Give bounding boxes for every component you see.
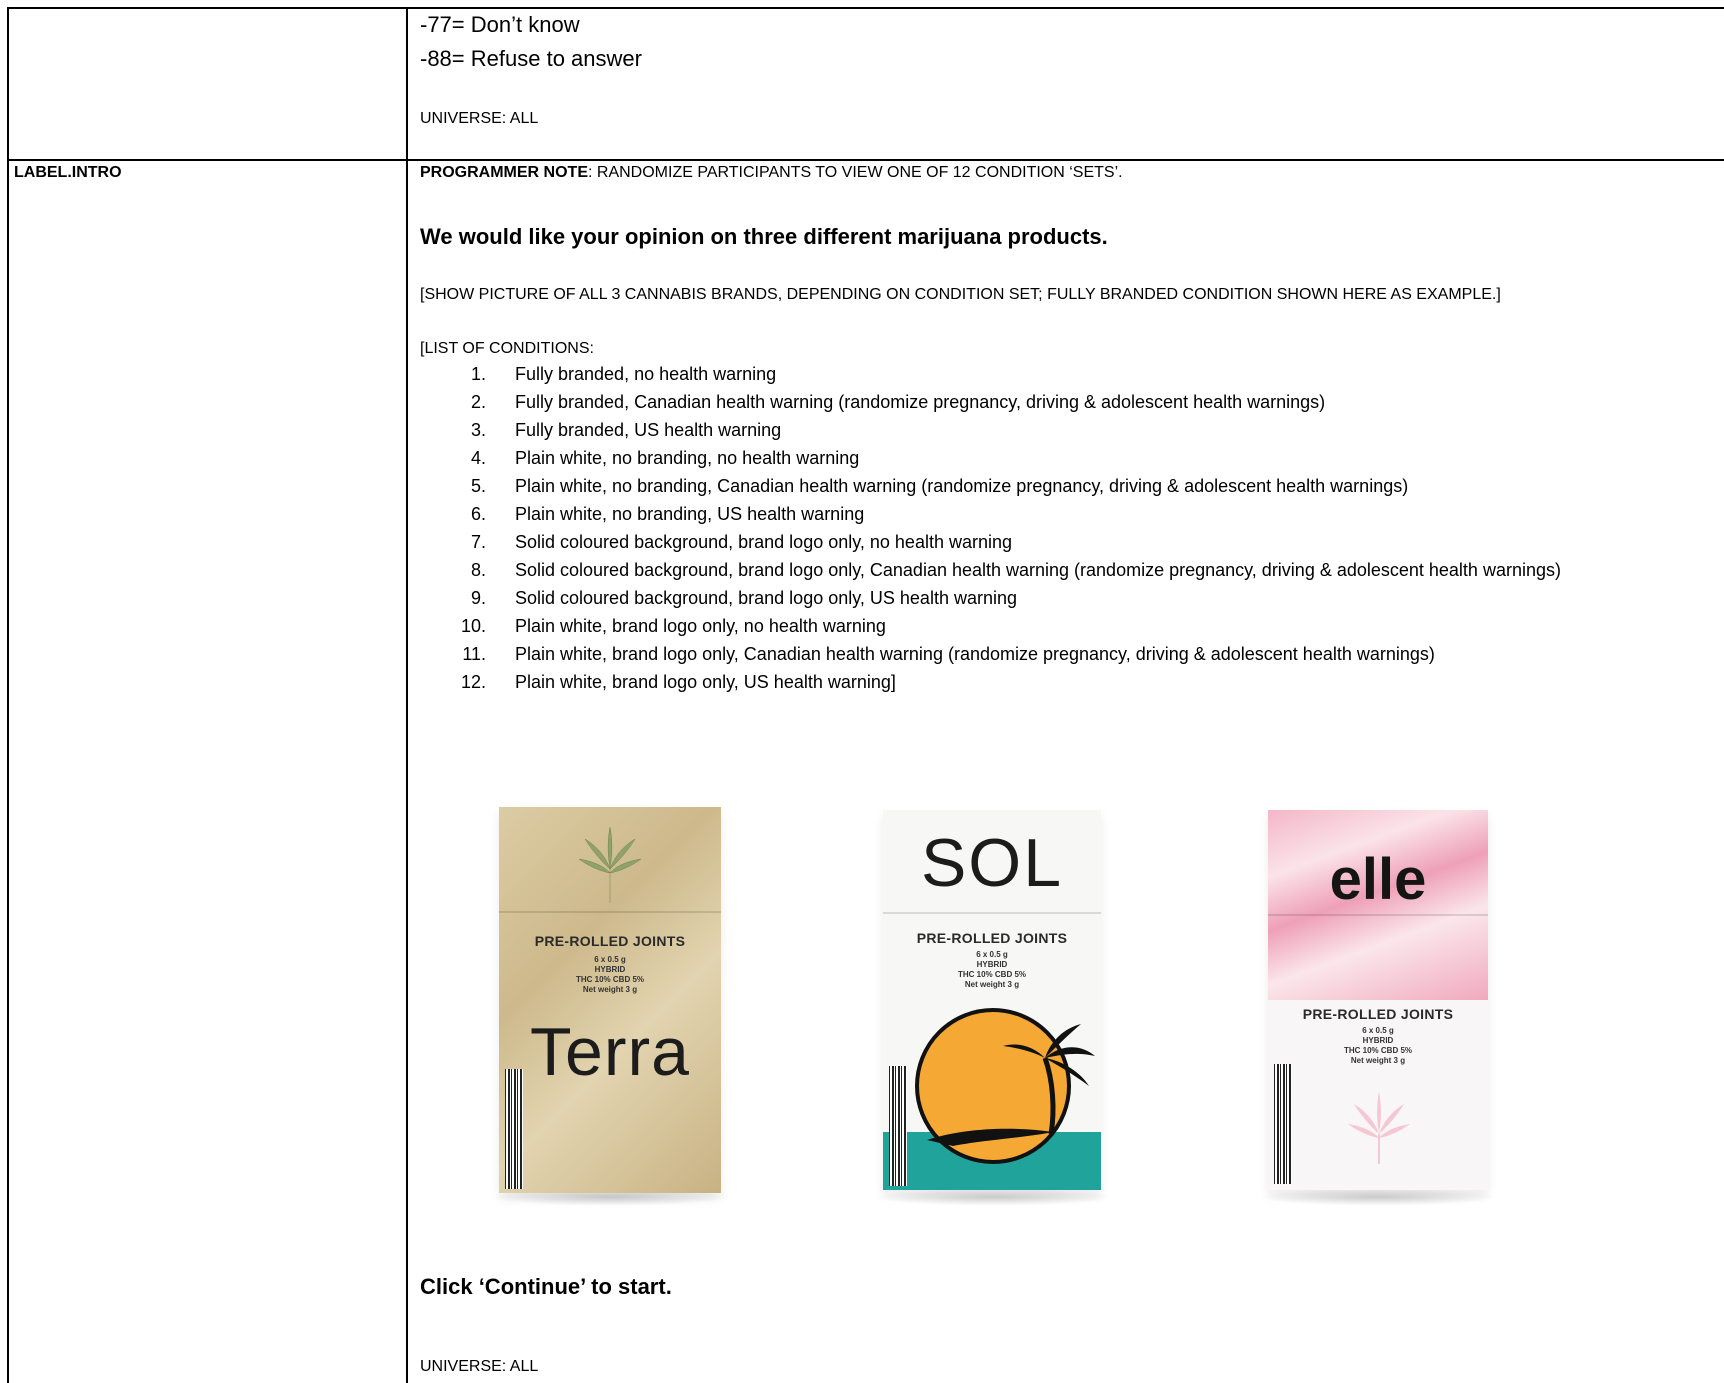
terra-pack-detail-4: Net weight 3 g [582, 985, 638, 994]
sol-pack-detail-2: HYBRID [976, 960, 1008, 969]
elle-pack-detail-3: THC 10% CBD 5% [1343, 1046, 1412, 1055]
elle-brand-logo: elle [1329, 847, 1427, 912]
universe-label-top: UNIVERSE: ALL [420, 110, 539, 127]
condition-text: Solid coloured background, brand logo on… [515, 560, 1561, 580]
elle-lid-line [1268, 914, 1488, 916]
sol-lid-line [883, 912, 1101, 914]
terra-pack-detail-2: HYBRID [594, 965, 626, 974]
table-border-top [7, 7, 1724, 9]
answer-code-refuse: -88= Refuse to answer [420, 46, 642, 71]
sunset-palm-illustration [883, 1008, 1101, 1190]
sol-pack-detail-1: 6 x 0.5 g [976, 950, 1008, 959]
show-picture-note: [SHOW PICTURE OF ALL 3 CANNABIS BRANDS, … [420, 286, 1501, 303]
programmer-note-text: : RANDOMIZE PARTICIPANTS TO VIEW ONE OF … [588, 164, 1123, 181]
sol-pack-image: SOL PRE-ROLLED JOINTS 6 x 0.5 g HYBRID T… [883, 810, 1101, 1190]
terra-pack-image: PRE-ROLLED JOINTS 6 x 0.5 g HYBRID THC 1… [499, 807, 721, 1193]
condition-text: Plain white, brand logo only, US health … [515, 672, 896, 692]
conditions-list-header: [LIST OF CONDITIONS: [420, 340, 594, 357]
condition-number: 10. [460, 616, 486, 636]
condition-text: Solid coloured background, brand logo on… [515, 532, 1013, 552]
table-row-divider [7, 159, 1724, 161]
elle-pack-detail-2: HYBRID [1362, 1036, 1394, 1045]
condition-number: 9. [470, 588, 486, 608]
elle-pack-detail-1: 6 x 0.5 g [1362, 1026, 1394, 1035]
terra-barcode [505, 1069, 523, 1189]
table-border-left [7, 7, 9, 1383]
condition-number: 2. [470, 392, 486, 412]
condition-number: 1. [470, 364, 486, 384]
terra-brand-logo: Terra [530, 1014, 690, 1090]
cannabis-leaf-icon [578, 826, 642, 903]
sol-barcode [889, 1066, 907, 1186]
elle-pack-shadow [1258, 1188, 1498, 1206]
elle-pack-title: PRE-ROLLED JOINTS [1302, 1006, 1454, 1022]
condition-number: 5. [470, 476, 486, 496]
cannabis-leaf-icon [1348, 1092, 1410, 1164]
condition-text: Plain white, no branding, US health warn… [515, 504, 865, 524]
condition-text: Solid coloured background, brand logo on… [515, 588, 1017, 608]
intro-heading: We would like your opinion on three diff… [420, 224, 1108, 249]
row-label: LABEL.INTRO [14, 164, 122, 181]
elle-barcode [1274, 1064, 1292, 1184]
table-column-divider [406, 7, 408, 1383]
sol-pack-detail-3: THC 10% CBD 5% [957, 970, 1026, 979]
condition-text: Fully branded, no health warning [515, 364, 777, 384]
condition-number: 6. [470, 504, 486, 524]
programmer-note-label: PROGRAMMER NOTE [420, 164, 588, 181]
condition-number: 12. [460, 672, 486, 692]
continue-instruction: Click ‘Continue’ to start. [420, 1274, 672, 1299]
condition-number: 11. [462, 644, 486, 664]
condition-number: 4. [470, 448, 486, 468]
terra-lid-line [499, 911, 721, 913]
condition-text: Plain white, no branding, no health warn… [515, 448, 860, 468]
sol-brand-logo: SOL [920, 825, 1064, 901]
sol-pack-shadow [874, 1188, 1114, 1206]
elle-pack-detail-4: Net weight 3 g [1350, 1056, 1406, 1065]
terra-pack-detail-3: THC 10% CBD 5% [575, 975, 644, 984]
programmer-note: PROGRAMMER NOTE: RANDOMIZE PARTICIPANTS … [420, 164, 1123, 182]
condition-text: Plain white, no branding, Canadian healt… [515, 476, 1409, 496]
sol-pack-detail-4: Net weight 3 g [964, 980, 1020, 989]
condition-number: 3. [470, 420, 486, 440]
condition-number: 7. [470, 532, 486, 552]
sol-pack-title: PRE-ROLLED JOINTS [916, 930, 1068, 946]
answer-code-dont-know: -77= Don’t know [420, 12, 580, 37]
terra-pack-title: PRE-ROLLED JOINTS [534, 933, 686, 949]
elle-pack-image: elle PRE-ROLLED JOINTS 6 x 0.5 g HYBRID … [1268, 810, 1488, 1190]
condition-text: Plain white, brand logo only, Canadian h… [515, 644, 1435, 664]
terra-pack-detail-1: 6 x 0.5 g [594, 955, 626, 964]
condition-text: Fully branded, US health warning [515, 420, 782, 440]
condition-number: 8. [470, 560, 486, 580]
condition-text: Fully branded, Canadian health warning (… [515, 392, 1326, 412]
condition-text: Plain white, brand logo only, no health … [515, 616, 886, 636]
universe-label-bottom: UNIVERSE: ALL [420, 1358, 539, 1375]
